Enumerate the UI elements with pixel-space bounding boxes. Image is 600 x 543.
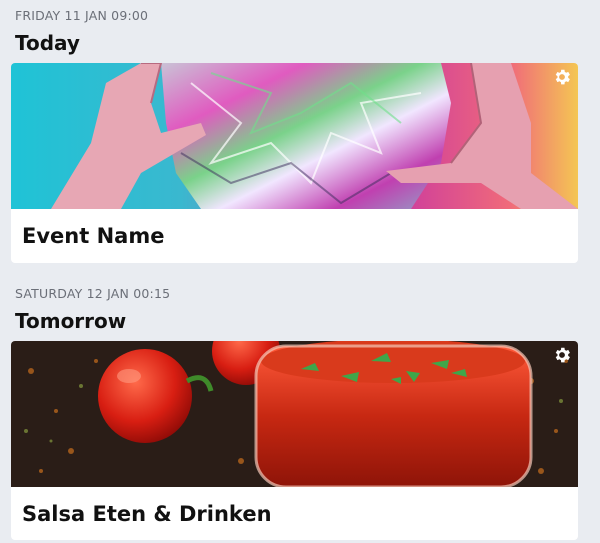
event-title[interactable]: Salsa Eten & Drinken (22, 502, 272, 526)
gear-icon[interactable] (552, 67, 572, 87)
event-date-time: SATURDAY 12 JAN 00:15 (15, 286, 171, 301)
gear-icon[interactable] (552, 345, 572, 365)
event-title[interactable]: Event Name (22, 224, 164, 248)
day-heading: Tomorrow (15, 309, 127, 333)
event-image[interactable] (11, 63, 578, 209)
day-heading: Today (15, 31, 80, 55)
event-date-time: FRIDAY 11 JAN 09:00 (15, 8, 149, 23)
event-image[interactable] (11, 341, 578, 487)
event-card[interactable]: Salsa Eten & Drinken (11, 341, 578, 540)
event-card[interactable]: Event Name (11, 63, 578, 263)
